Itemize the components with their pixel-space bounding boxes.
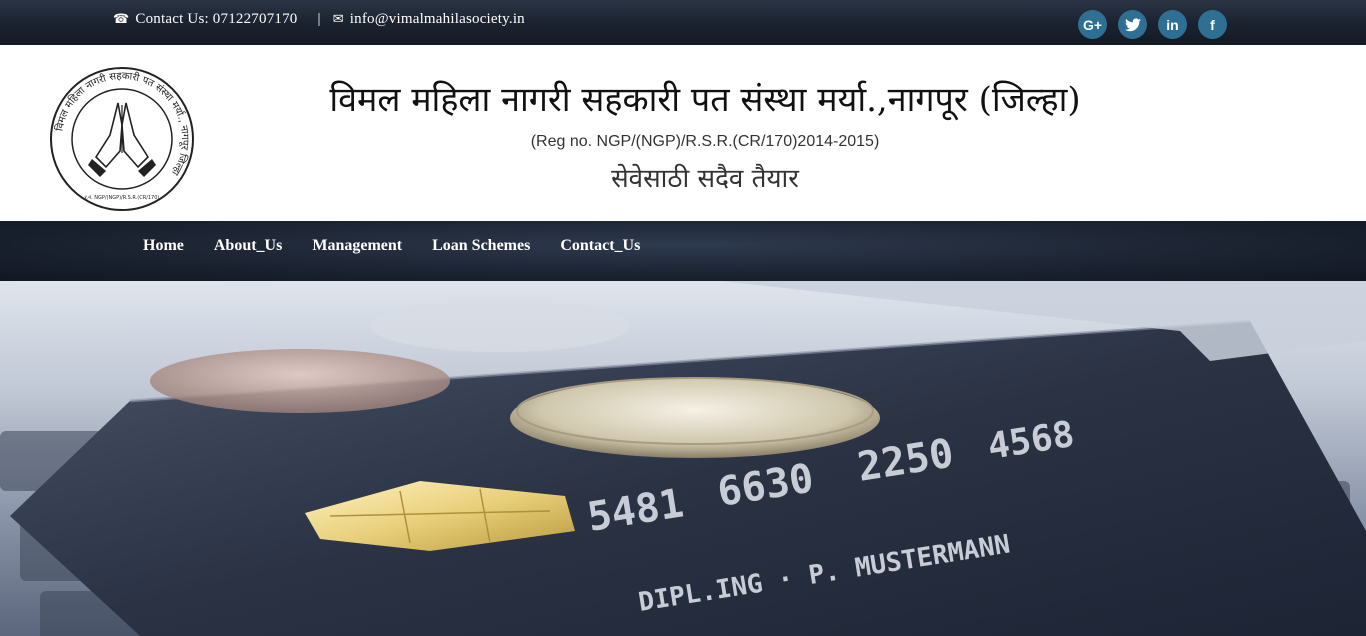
top-contact-bar: ☎ Contact Us: 07122707170 | ✉ info@vimal… <box>0 0 1366 45</box>
nav-item-about-us[interactable]: About_Us <box>214 237 282 255</box>
nav-item-home[interactable]: Home <box>143 237 184 255</box>
society-logo[interactable]: विमल महिला नागरी सहकारी पत संस्था मर्या.… <box>48 65 196 213</box>
contact-info: ☎ Contact Us: 07122707170 | ✉ info@vimal… <box>113 11 525 28</box>
svg-text:र.नं. NGP/(NGP)/R.S.R.(CR/170): र.नं. NGP/(NGP)/R.S.R.(CR/170) <box>85 194 160 201</box>
google-plus-icon[interactable]: G+ <box>1078 10 1107 39</box>
phone-icon: ☎ <box>113 12 130 27</box>
twitter-icon[interactable] <box>1118 10 1147 39</box>
nav-item-contact-us[interactable]: Contact_Us <box>560 237 640 255</box>
hero-banner-image: 5481 6630 2250 4568 DIPL.ING · P. MUSTER… <box>0 281 1366 636</box>
contact-email[interactable]: info@vimalmahilasociety.in <box>350 11 525 28</box>
main-nav: Home About_Us Management Loan Schemes Co… <box>0 221 1366 281</box>
contact-phone: Contact Us: 07122707170 <box>135 11 298 27</box>
nav-item-management[interactable]: Management <box>312 237 402 255</box>
facebook-icon[interactable]: f <box>1198 10 1227 39</box>
tagline: सेवेसाठी सदैव तैयार <box>611 164 799 194</box>
linkedin-icon[interactable]: in <box>1158 10 1187 39</box>
envelope-icon: ✉ <box>332 12 344 27</box>
social-links: G+ in f <box>1078 10 1227 39</box>
separator: | <box>317 11 321 27</box>
site-title: विमल महिला नागरी सहकारी पत संस्था मर्या.… <box>329 80 1081 120</box>
nav-item-loan-schemes[interactable]: Loan Schemes <box>432 237 530 255</box>
registration-number: (Reg no. NGP/(NGP)/R.S.R.(CR/170)2014-20… <box>530 133 880 150</box>
site-header: विमल महिला नागरी सहकारी पत संस्था मर्या.… <box>0 45 1366 221</box>
